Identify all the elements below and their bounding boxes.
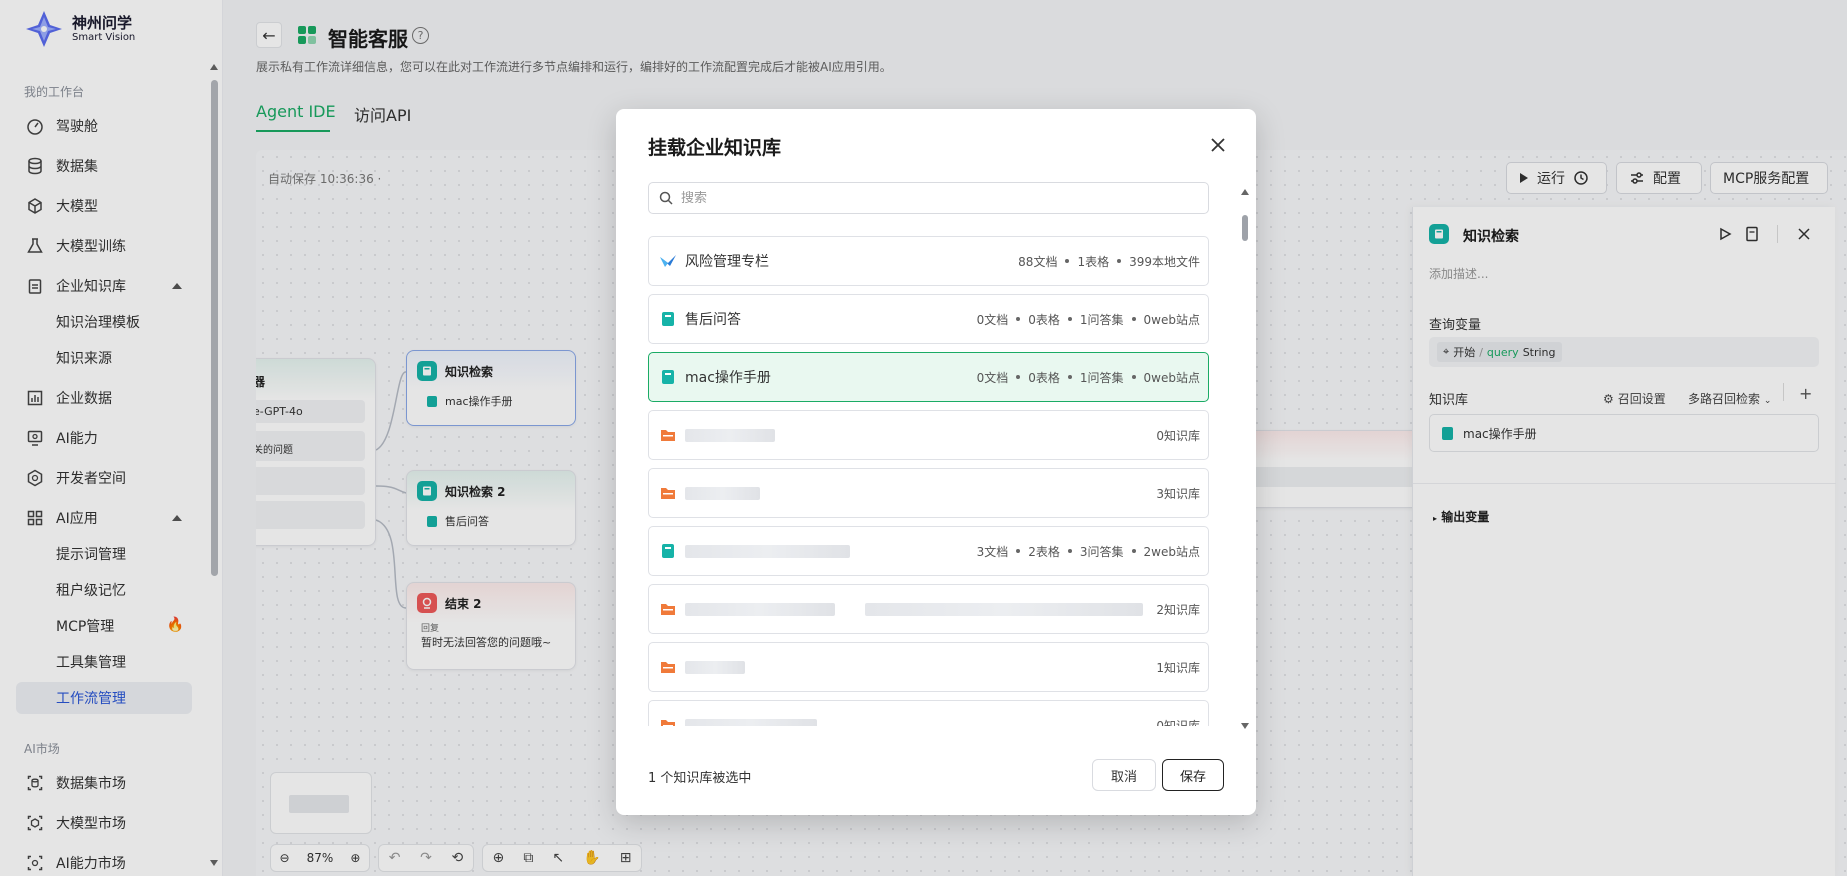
close-icon[interactable] [1208, 135, 1228, 155]
kb-stat: 1问答集 [1079, 312, 1124, 327]
kb-stat: 3文档 [976, 544, 1009, 559]
book-icon [659, 368, 677, 386]
kb-list-item[interactable]: 售后问答 0文档 0表格 1问答集 0web站点 [648, 294, 1209, 344]
kb-list-item[interactable]: 风险管理专栏 88文档 1表格 399本地文件 [648, 236, 1209, 286]
kb-name: 售后问答 [685, 312, 741, 328]
kb-stat: 0表格 [1028, 370, 1060, 385]
kb-list-item[interactable]: 3文档 2表格 3问答集 2web站点 [648, 526, 1209, 576]
kb-stat: 3问答集 [1079, 544, 1124, 559]
kb-list-item[interactable]: 2知识库 [648, 584, 1209, 634]
save-button[interactable]: 保存 [1162, 759, 1224, 791]
mount-kb-modal: 挂载企业知识库 风险管理专栏 88文档 1表格 399本地文件 售后问答 0文档… [616, 109, 1256, 815]
scroll-down-arrow-icon[interactable] [1241, 723, 1249, 729]
kb-list: 风险管理专栏 88文档 1表格 399本地文件 售后问答 0文档 0表格 1问答… [648, 236, 1209, 726]
kb-list-item-selected[interactable]: mac操作手册 0文档 0表格 1问答集 0web站点 [648, 352, 1209, 402]
kb-stat: 1表格 [1077, 254, 1110, 269]
kb-stat: 2知识库 [1156, 602, 1200, 617]
modal-title: 挂载企业知识库 [648, 137, 782, 159]
search-input[interactable] [681, 190, 1161, 206]
selected-count: 1 个知识库被选中 [648, 771, 752, 786]
kb-stat: 0文档 [976, 312, 1009, 327]
kb-stat: 0web站点 [1143, 370, 1200, 385]
kb-list-item[interactable]: 0知识库 [648, 410, 1209, 460]
kb-stat: 2表格 [1028, 544, 1060, 559]
kb-stat: 0表格 [1028, 312, 1060, 327]
folder-icon [659, 600, 677, 618]
kb-name: mac操作手册 [685, 370, 771, 386]
redacted-name [685, 660, 745, 674]
kb-stat: 0知识库 [1156, 428, 1200, 443]
kb-stat: 0文档 [976, 370, 1009, 385]
kb-stat: 88文档 [1018, 254, 1058, 269]
kb-list-item[interactable]: 1知识库 [648, 642, 1209, 692]
folder-icon [659, 426, 677, 444]
search-box[interactable] [648, 182, 1209, 214]
kb-list-item[interactable]: 3知识库 [648, 468, 1209, 518]
scrollbar-thumb[interactable] [1242, 215, 1248, 241]
book-icon [659, 310, 677, 328]
logo-icon [659, 252, 677, 270]
redacted-name [685, 544, 850, 558]
redacted-name [685, 486, 760, 500]
folder-icon [659, 716, 677, 726]
folder-icon [659, 658, 677, 676]
kb-stat: 3知识库 [1156, 486, 1200, 501]
book-icon [659, 542, 677, 560]
kb-stat: 1知识库 [1156, 660, 1200, 675]
folder-icon [659, 484, 677, 502]
kb-name: 风险管理专栏 [685, 254, 769, 270]
cancel-button[interactable]: 取消 [1092, 759, 1156, 791]
redacted-name [685, 428, 775, 442]
kb-stat: 1问答集 [1079, 370, 1124, 385]
redacted-name [685, 718, 817, 726]
kb-list-item[interactable]: 0知识库 [648, 700, 1209, 726]
kb-stat: 0知识库 [1156, 718, 1200, 727]
scroll-up-arrow-icon[interactable] [1241, 189, 1249, 195]
redacted-name [865, 602, 1143, 616]
redacted-name [685, 602, 835, 616]
kb-stat: 2web站点 [1143, 544, 1200, 559]
kb-stat: 399本地文件 [1129, 254, 1200, 269]
search-icon [659, 191, 673, 205]
modal-scrollbar[interactable] [1240, 189, 1250, 729]
kb-stat: 0web站点 [1143, 312, 1200, 327]
